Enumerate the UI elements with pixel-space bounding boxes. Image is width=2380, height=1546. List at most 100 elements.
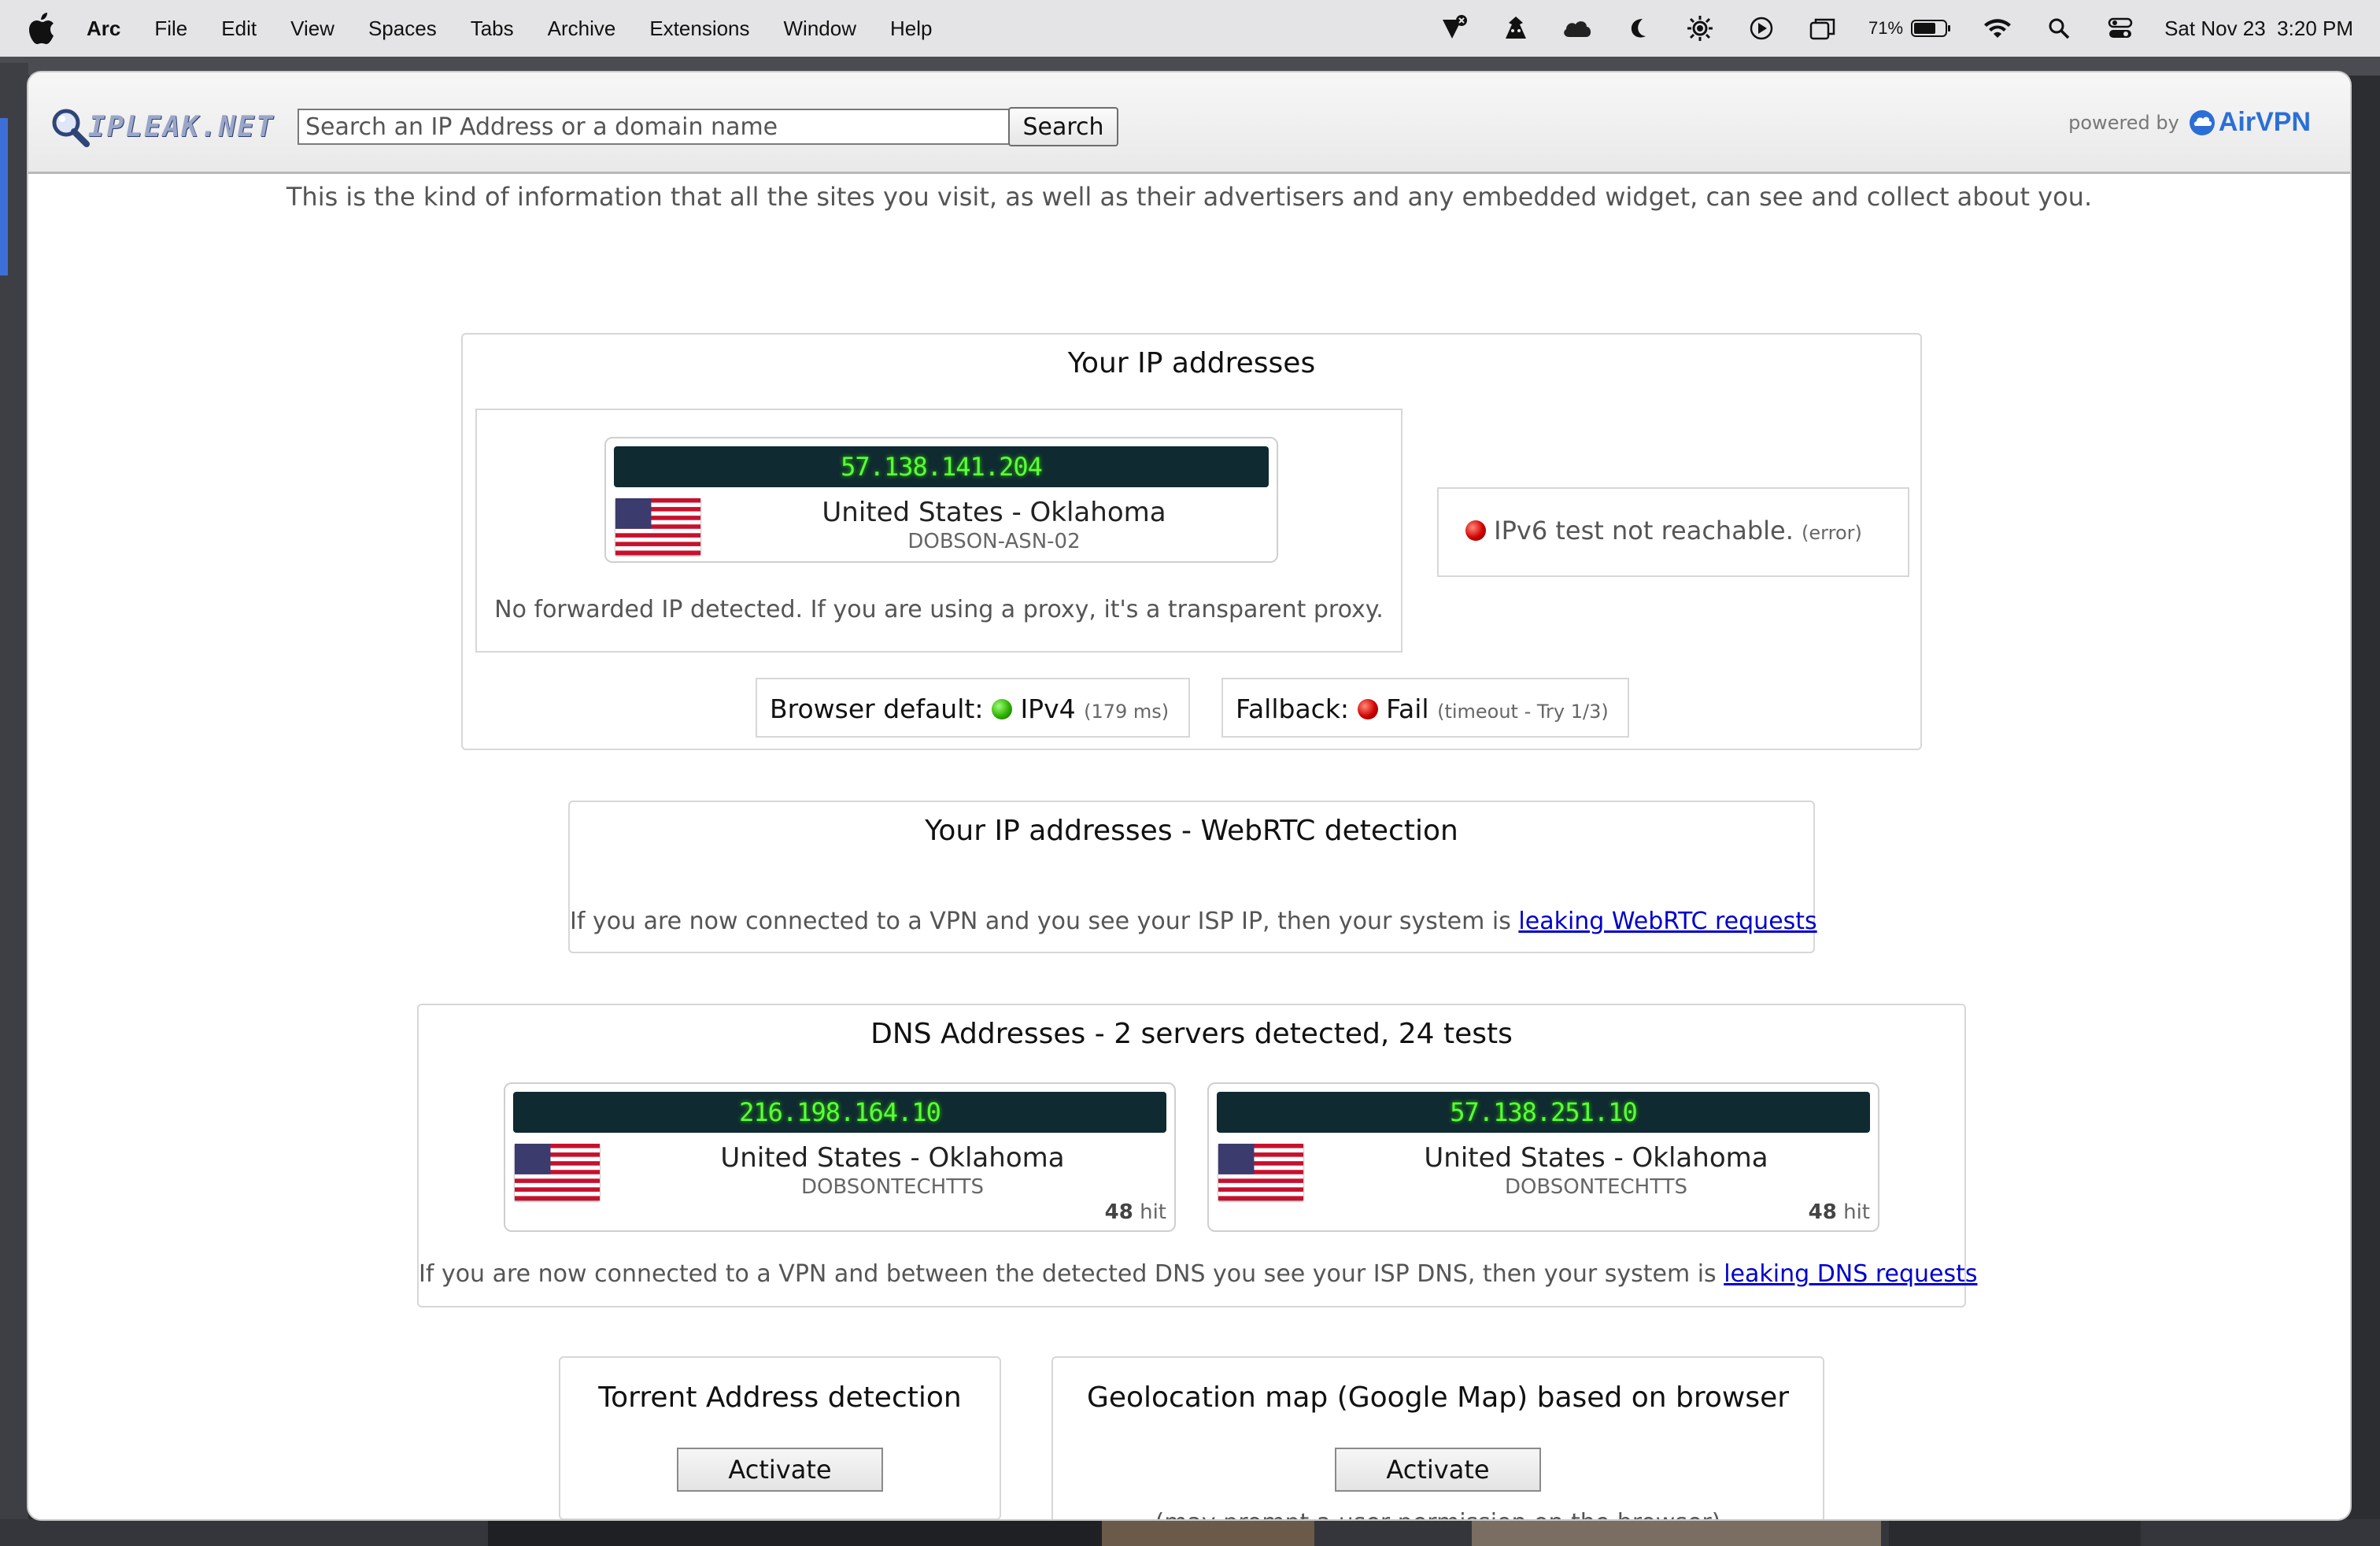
sun-icon[interactable] xyxy=(1684,14,1716,43)
ipv6-status-text: IPv6 test not reachable. xyxy=(1494,516,1794,546)
dns-isp: DOBSONTECHTTS xyxy=(800,1175,985,1199)
menu-archive[interactable]: Archive xyxy=(548,17,616,41)
powered-by[interactable]: powered by AirVPN xyxy=(2068,107,2311,138)
ipv6-status-detail: (error) xyxy=(1802,522,1862,544)
agent-icon[interactable] xyxy=(1500,14,1532,43)
logo-text: IPLEAK.NET xyxy=(88,110,275,143)
search-icon[interactable] xyxy=(2043,14,2075,43)
apple-icon[interactable] xyxy=(28,13,55,44)
menu-file[interactable]: File xyxy=(154,17,187,41)
menu-edit[interactable]: Edit xyxy=(221,17,257,41)
dns-location: United States - Oklahoma xyxy=(1424,1142,1768,1174)
cloud-icon[interactable] xyxy=(1561,14,1593,43)
browser-default-box: Browser default: IPv4 (179 ms) xyxy=(756,678,1190,738)
airvpn-brand: AirVPN xyxy=(2218,107,2311,137)
arc-sidebar-edge xyxy=(0,63,28,1546)
dns-isp: DOBSONTECHTTS xyxy=(1504,1175,1688,1199)
menu-window[interactable]: Window xyxy=(784,17,856,41)
torrent-title: Torrent Address detection xyxy=(598,1381,962,1414)
geolocation-title: Geolocation map (Google Map) based on br… xyxy=(1086,1381,1790,1414)
powered-by-label: powered by xyxy=(2068,111,2179,134)
geolocation-activate-button[interactable]: Activate xyxy=(1335,1448,1541,1492)
moon-icon[interactable] xyxy=(1623,14,1654,43)
geolocation-panel: Geolocation map (Google Map) based on br… xyxy=(1051,1356,1824,1519)
fallback-box: Fallback: Fail (timeout - Try 1/3) xyxy=(1221,678,1629,738)
ip-card: 57.138.141.204 United States - Oklahoma … xyxy=(604,437,1278,563)
menu-extensions[interactable]: Extensions xyxy=(649,17,749,41)
windows-icon[interactable] xyxy=(1807,14,1839,43)
ip-address-display[interactable]: 57.138.141.204 xyxy=(614,446,1269,487)
browser-default-value: IPv4 xyxy=(1020,693,1076,724)
intro-text: This is the kind of information that all… xyxy=(286,182,2093,212)
battery-percent: 71% xyxy=(1868,18,1904,38)
sidebar-accent xyxy=(0,118,8,276)
webrtc-note: If you are now connected to a VPN and yo… xyxy=(570,908,1817,935)
browser-default-status: Browser default: IPv4 (179 ms) xyxy=(770,693,1169,724)
fallback-status: Fallback: Fail (timeout - Try 1/3) xyxy=(1236,693,1609,724)
dns-hit-count: 48 hit xyxy=(1809,1200,1870,1224)
dns-panel: DNS Addresses - 2 servers detected, 24 t… xyxy=(417,1004,1977,1307)
dns-hit-label: hit xyxy=(1843,1200,1870,1224)
fallback-detail: (timeout - Try 1/3) xyxy=(1437,701,1609,723)
ipv6-status: IPv6 test not reachable. (error) xyxy=(1465,516,1862,546)
desktop-shape xyxy=(1472,1519,1881,1546)
browser-default-label: Browser default: xyxy=(770,693,984,724)
menu-bar-clock[interactable]: Sat Nov 23 3:20 PM xyxy=(2164,17,2353,41)
ip-location: United States - Oklahoma xyxy=(822,497,1166,528)
play-icon[interactable] xyxy=(1746,14,1777,43)
dns-ip-display[interactable]: 57.138.251.10 xyxy=(1217,1092,1870,1133)
status-dot-green-icon xyxy=(991,699,1012,719)
dns-server-card: 216.198.164.10 United States - Oklahoma … xyxy=(504,1082,1176,1232)
vpn-icon[interactable] xyxy=(1439,14,1470,43)
torrent-activate-button[interactable]: Activate xyxy=(677,1448,883,1492)
webrtc-title: Your IP addresses - WebRTC detection xyxy=(925,815,1458,847)
ip-search-input[interactable] xyxy=(298,109,1023,145)
control-center-icon[interactable] xyxy=(2105,14,2136,43)
dns-location: United States - Oklahoma xyxy=(720,1142,1065,1174)
leaking-webrtc-link[interactable]: leaking WebRTC requests xyxy=(1518,908,1816,935)
site-header: IPLEAK.NET Search powered by AirVPN xyxy=(28,72,2350,174)
dns-hit-number: 48 xyxy=(1808,1200,1837,1224)
dns-title: DNS Addresses - 2 servers detected, 24 t… xyxy=(870,1018,1513,1050)
battery-fill xyxy=(1914,23,1936,34)
wifi-icon[interactable] xyxy=(1982,14,2013,43)
webrtc-note-text: If you are now connected to a VPN and yo… xyxy=(570,908,1511,935)
desktop-shape xyxy=(1102,1519,1314,1546)
us-flag-icon xyxy=(1218,1144,1303,1200)
status-dot-red-icon xyxy=(1465,520,1486,541)
dns-note-text: If you are now connected to a VPN and be… xyxy=(419,1260,1717,1288)
site-logo[interactable]: IPLEAK.NET xyxy=(49,105,275,148)
desktop-shape xyxy=(1889,1519,2141,1546)
ip-isp: DOBSON-ASN-02 xyxy=(907,530,1081,553)
us-flag-icon xyxy=(515,1144,600,1200)
desktop-background-bottom xyxy=(0,1519,2380,1546)
menu-spaces[interactable]: Spaces xyxy=(368,17,437,41)
fallback-value: Fail xyxy=(1386,693,1429,724)
ip-addresses-title: Your IP addresses xyxy=(1067,347,1316,379)
dns-note: If you are now connected to a VPN and be… xyxy=(419,1260,1977,1288)
forwarded-ip-note: No forwarded IP detected. If you are usi… xyxy=(494,596,1384,623)
menu-bar-tray: 71% Sat Nov 23 3:20 PM xyxy=(1409,0,2353,57)
magnifier-logo-icon xyxy=(52,109,90,147)
menu-view[interactable]: View xyxy=(290,17,334,41)
status-dot-red-icon xyxy=(1357,699,1378,719)
search-button[interactable]: Search xyxy=(1008,107,1118,146)
ip-addresses-panel: Your IP addresses 57.138.141.204 United … xyxy=(461,333,1922,750)
ipv4-box: 57.138.141.204 United States - Oklahoma … xyxy=(475,409,1402,653)
torrent-panel: Torrent Address detection Activate xyxy=(559,1356,1001,1519)
menu-tabs[interactable]: Tabs xyxy=(471,17,514,41)
ipv6-box: IPv6 test not reachable. (error) xyxy=(1437,487,1909,577)
dns-hit-label: hit xyxy=(1140,1200,1166,1224)
menu-app-arc[interactable]: Arc xyxy=(87,17,120,41)
dns-server-card: 57.138.251.10 United States - Oklahoma D… xyxy=(1207,1082,1879,1232)
webrtc-panel: Your IP addresses - WebRTC detection If … xyxy=(568,801,1817,953)
menu-bar-time: 3:20 PM xyxy=(2277,16,2353,40)
leaking-dns-link[interactable]: leaking DNS requests xyxy=(1724,1260,1977,1288)
browser-window: IPLEAK.NET Search powered by AirVPN This… xyxy=(28,72,2350,1519)
menu-bar: Arc File Edit View Spaces Tabs Archive E… xyxy=(0,0,2380,57)
airvpn-logo-icon xyxy=(2189,109,2215,135)
dns-hit-count: 48 hit xyxy=(1105,1200,1166,1224)
battery-icon[interactable] xyxy=(1911,19,1952,38)
dns-ip-display[interactable]: 216.198.164.10 xyxy=(513,1092,1166,1133)
menu-help[interactable]: Help xyxy=(890,17,932,41)
